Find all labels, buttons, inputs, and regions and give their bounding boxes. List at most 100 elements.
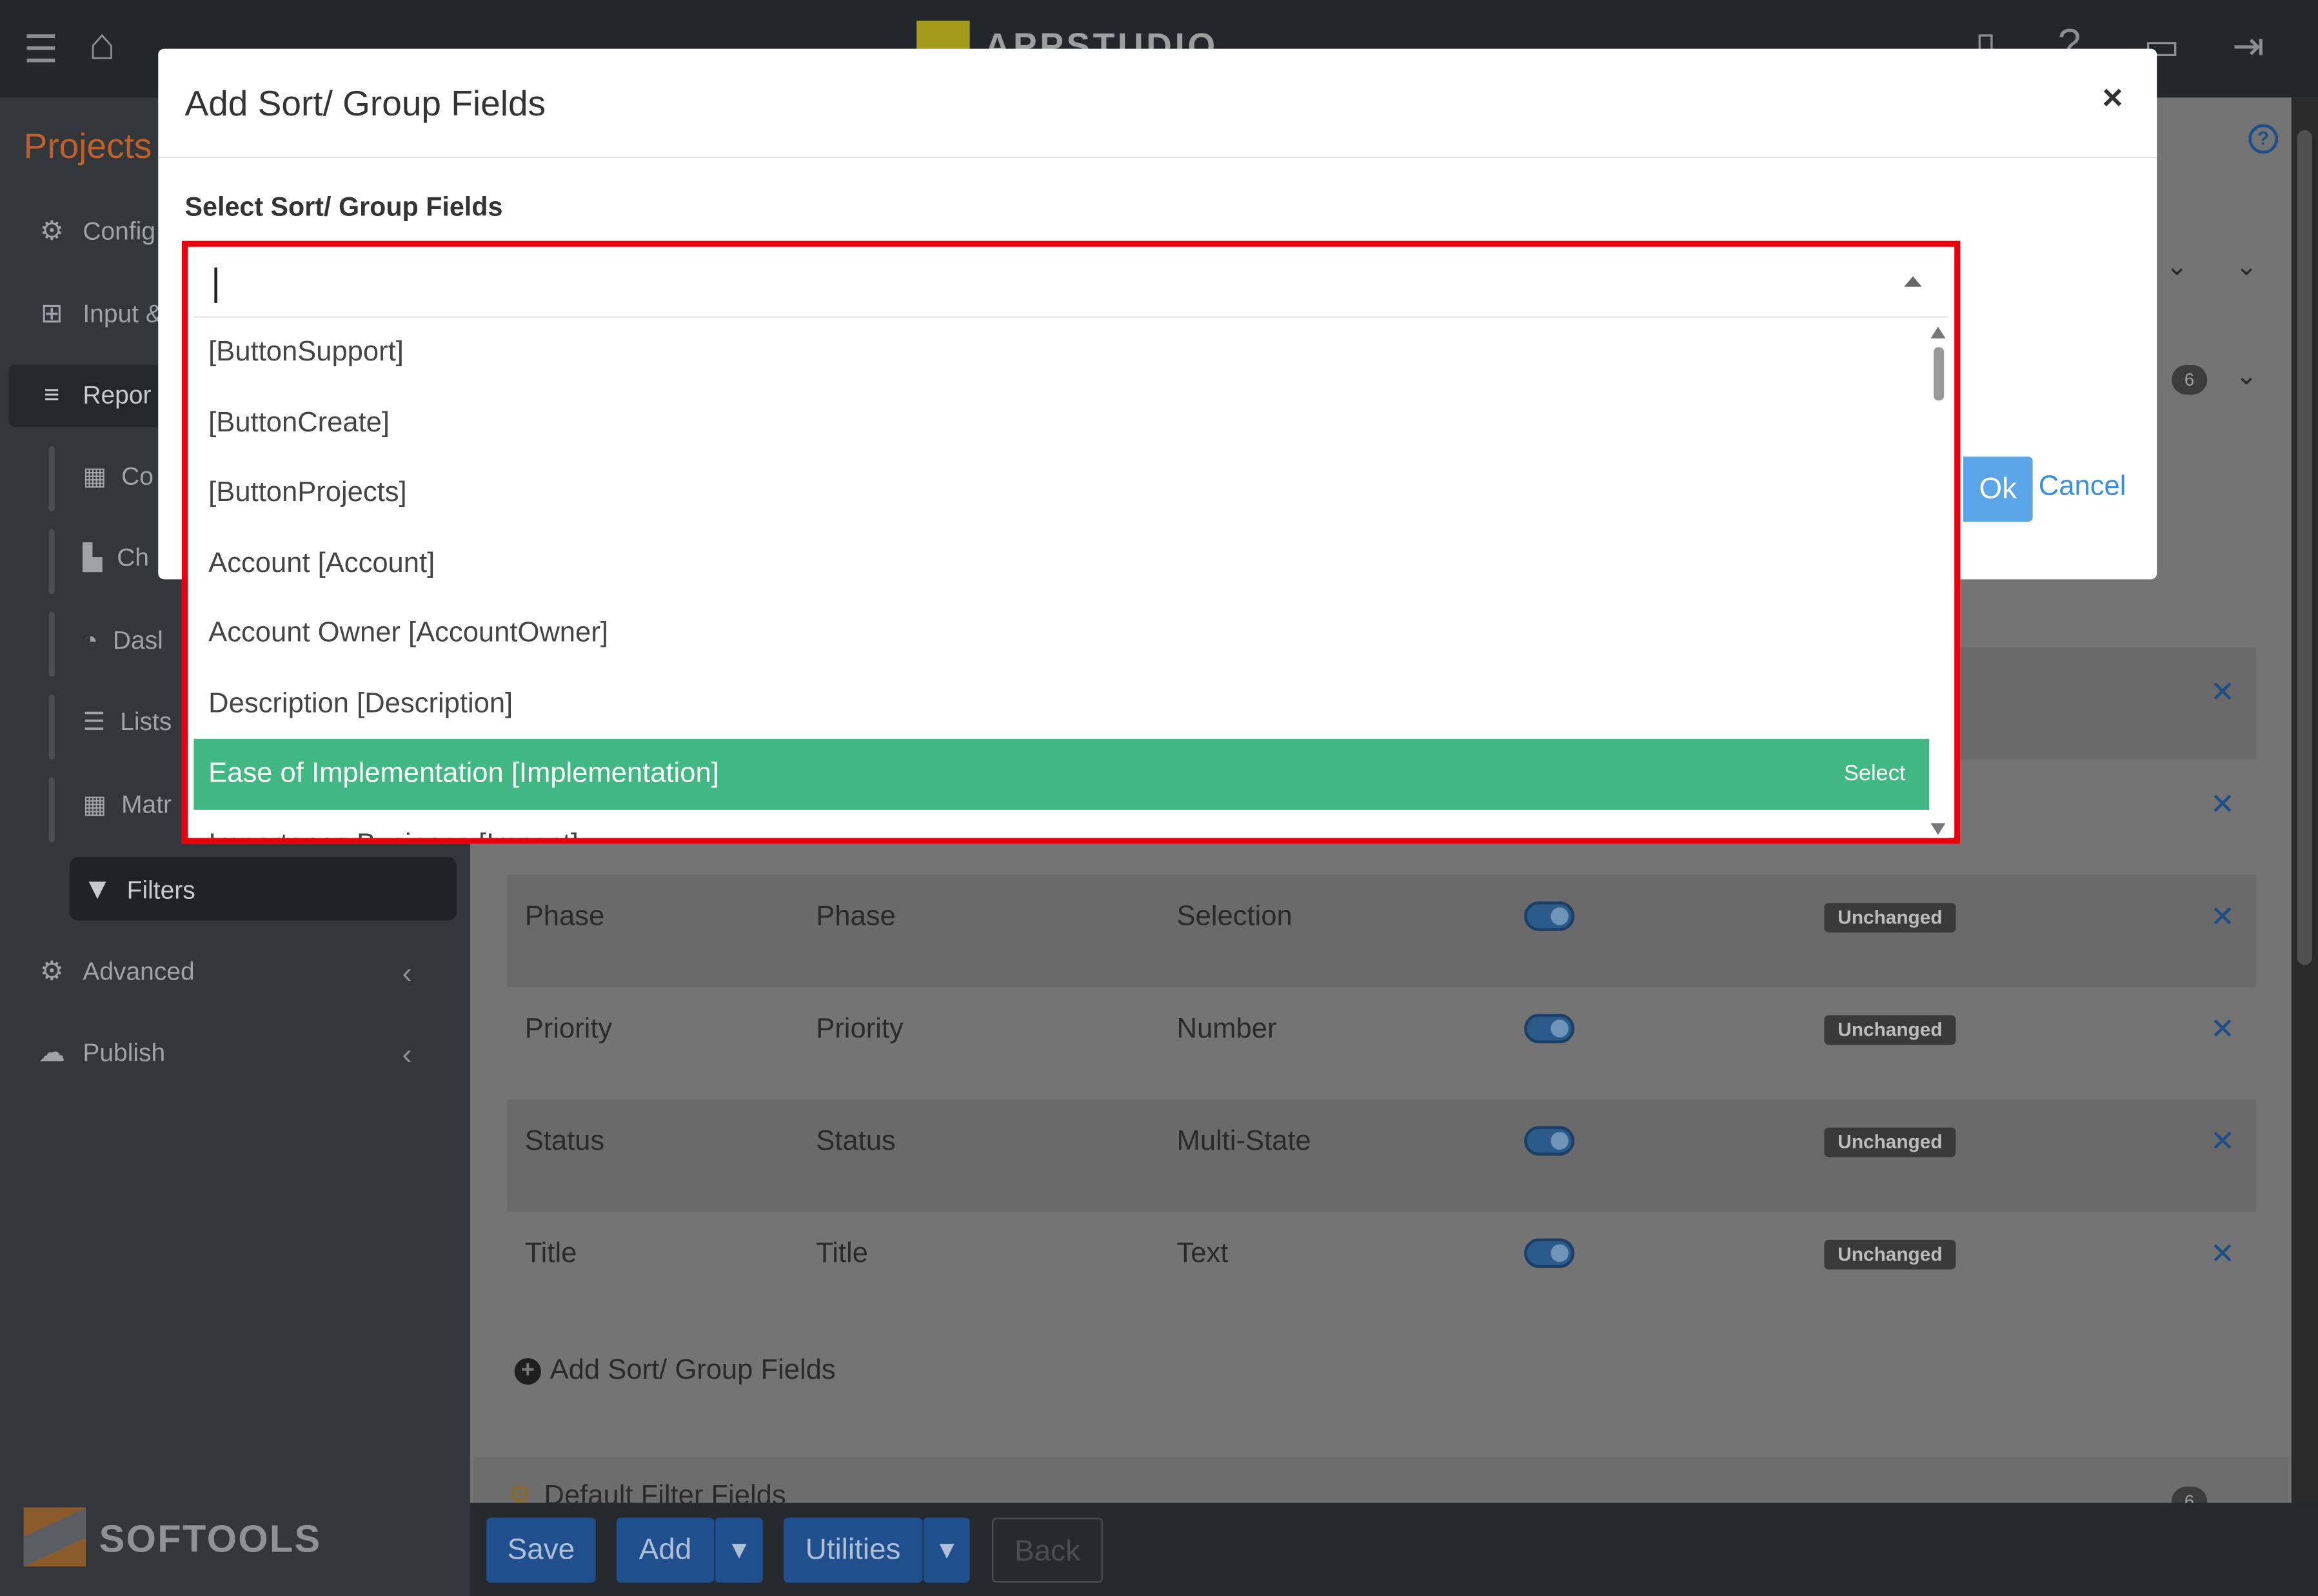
remove-icon[interactable]: ✕: [2210, 1236, 2235, 1272]
logout-icon[interactable]: ⇥: [2232, 26, 2264, 65]
status-badge: Unchanged: [1824, 1015, 1956, 1045]
status-badge: Unchanged: [1824, 1239, 1956, 1270]
sidebar-item-label: Config: [83, 216, 155, 245]
cell-type: Text: [1176, 1238, 1229, 1270]
cell-identifier: Priority: [816, 1014, 904, 1045]
remove-icon[interactable]: ✕: [2210, 786, 2235, 823]
cell-type: Number: [1176, 1014, 1277, 1045]
add-button[interactable]: Add: [616, 1517, 715, 1583]
cell-type: Multi-State: [1176, 1126, 1311, 1158]
cell-type: Selection: [1176, 901, 1293, 933]
count-badge: 6: [2172, 365, 2208, 395]
option-label: Ease of Implementation [Implementation]: [208, 758, 719, 789]
field-multiselect[interactable]: [ButtonSupport] [ButtonCreate] [ButtonPr…: [181, 241, 1961, 844]
sidebar-sub-cards[interactable]: ▦ Co: [83, 462, 154, 492]
sub-indent-line: [48, 529, 55, 595]
sidebar-sub-filters[interactable]: ▼ Filters: [83, 873, 195, 907]
option-item[interactable]: Description [Description]: [193, 669, 1929, 740]
sidebar-sub-lists[interactable]: ☰ Lists: [83, 708, 172, 738]
sidebar-item-input[interactable]: ⊞ Input &: [35, 299, 163, 330]
sidebar-item-reports[interactable]: ≡ Repor: [35, 380, 152, 411]
cancel-button[interactable]: Cancel: [2039, 471, 2126, 504]
option-item[interactable]: Account [Account]: [193, 529, 1929, 600]
cloud-icon: ☁: [38, 1037, 65, 1067]
remove-icon[interactable]: ✕: [2210, 1011, 2235, 1048]
option-item[interactable]: [ButtonProjects]: [193, 458, 1929, 529]
sidebar-sub-label: Lists: [120, 707, 172, 736]
ok-button[interactable]: Ok: [1963, 457, 2033, 522]
scroll-down-arrow-icon[interactable]: [1930, 823, 1946, 835]
sidebar-item-advanced[interactable]: ⚙ Advanced: [35, 956, 195, 987]
text-cursor: [214, 267, 217, 303]
utilities-button[interactable]: Utilities: [783, 1517, 923, 1583]
default-filter-fields-header[interactable]: Default Filter Fields: [473, 1457, 2289, 1503]
filter-icon: ▼: [83, 873, 112, 906]
select-hint: Select: [1843, 761, 1906, 787]
softools-logo: [23, 1507, 86, 1567]
option-item[interactable]: Importance Business [Impact]: [193, 810, 1929, 838]
modal-divider: [158, 156, 2157, 159]
gears-icon: ⚙: [39, 956, 64, 986]
sub-indent-line: [48, 611, 55, 677]
add-sort-group-fields-link[interactable]: + Add Sort/ Group Fields: [514, 1355, 836, 1387]
sub-indent-line: [48, 777, 55, 843]
sidebar-item-config[interactable]: ⚙ Config: [35, 216, 155, 247]
cell-name: Priority: [524, 1014, 613, 1045]
toggle-switch[interactable]: [1524, 1126, 1575, 1156]
hamburger-menu-icon[interactable]: ☰: [24, 30, 58, 68]
cell-name: Status: [524, 1126, 605, 1158]
back-button[interactable]: Back: [991, 1517, 1103, 1583]
chevron-down-icon[interactable]: ⌄: [2166, 251, 2188, 282]
sidebar-sub-charts[interactable]: ▙ Ch: [83, 544, 149, 573]
sidebar-item-publish[interactable]: ☁ Publish: [35, 1037, 166, 1069]
add-dropdown-caret[interactable]: ▾: [714, 1517, 763, 1583]
sidebar-title: Projects: [23, 127, 152, 167]
sidebar-sub-label: Filters: [126, 875, 195, 904]
sub-indent-line: [48, 446, 55, 511]
options-scrollbar[interactable]: [1929, 317, 1948, 838]
cell-name: Title: [524, 1238, 577, 1270]
table-row: Title Title Text Unchanged ✕: [507, 1212, 2256, 1324]
toggle-switch[interactable]: [1524, 1238, 1575, 1268]
save-button[interactable]: Save: [486, 1517, 596, 1583]
sidebar-sub-matrix[interactable]: ▦ Matr: [83, 791, 172, 820]
grid-plus-icon: ⊞: [40, 298, 63, 328]
gauge-icon: ◔: [83, 626, 98, 655]
sidebar-item-label: Advanced: [83, 956, 195, 985]
caret-up-icon[interactable]: [1904, 276, 1922, 287]
toggle-switch[interactable]: [1524, 901, 1575, 931]
panel-title: Default Filter Fields: [544, 1481, 786, 1503]
cell-identifier: Title: [816, 1238, 868, 1270]
add-link-label: Add Sort/ Group Fields: [550, 1355, 836, 1386]
option-item[interactable]: [ButtonSupport]: [193, 318, 1929, 389]
close-icon[interactable]: ×: [2102, 78, 2123, 119]
chevron-down-icon[interactable]: ⌄: [2235, 251, 2258, 282]
sidebar-sub-dashboards[interactable]: ◔ Dasl: [83, 627, 163, 656]
sidebar-sub-label: Co: [121, 462, 154, 491]
options-scrollbar-thumb[interactable]: [1934, 347, 1945, 401]
toggle-switch[interactable]: [1524, 1014, 1575, 1043]
remove-icon[interactable]: ✕: [2210, 1123, 2235, 1160]
scroll-up-arrow-icon[interactable]: [1930, 326, 1946, 339]
status-badge: Unchanged: [1824, 903, 1956, 933]
gear-icon: ⚙: [39, 215, 64, 246]
table-row: Phase Phase Selection Unchanged ✕: [507, 874, 2256, 987]
sidebar-sub-label: Ch: [117, 544, 150, 572]
sidebar-sub-label: Matr: [121, 791, 172, 819]
remove-icon[interactable]: ✕: [2210, 674, 2235, 711]
help-icon[interactable]: ?: [2248, 124, 2279, 154]
plus-circle-icon: +: [514, 1358, 541, 1385]
multiselect-search-input[interactable]: [193, 253, 1948, 318]
option-item[interactable]: [ButtonCreate]: [193, 389, 1929, 460]
home-icon[interactable]: ⌂: [89, 23, 116, 68]
modal-title: Add Sort/ Group Fields: [184, 84, 546, 124]
chevron-down-icon[interactable]: ⌄: [2235, 360, 2258, 391]
remove-icon[interactable]: ✕: [2210, 898, 2235, 935]
utilities-dropdown-caret[interactable]: ▾: [922, 1517, 970, 1583]
sub-indent-line: [48, 695, 55, 760]
cell-identifier: Phase: [816, 901, 896, 933]
option-item[interactable]: Account Owner [AccountOwner]: [193, 598, 1929, 669]
option-item-highlighted[interactable]: Ease of Implementation [Implementation] …: [193, 738, 1930, 810]
page-scrollbar-thumb[interactable]: [2297, 130, 2312, 965]
list-icon: ☰: [83, 707, 106, 736]
